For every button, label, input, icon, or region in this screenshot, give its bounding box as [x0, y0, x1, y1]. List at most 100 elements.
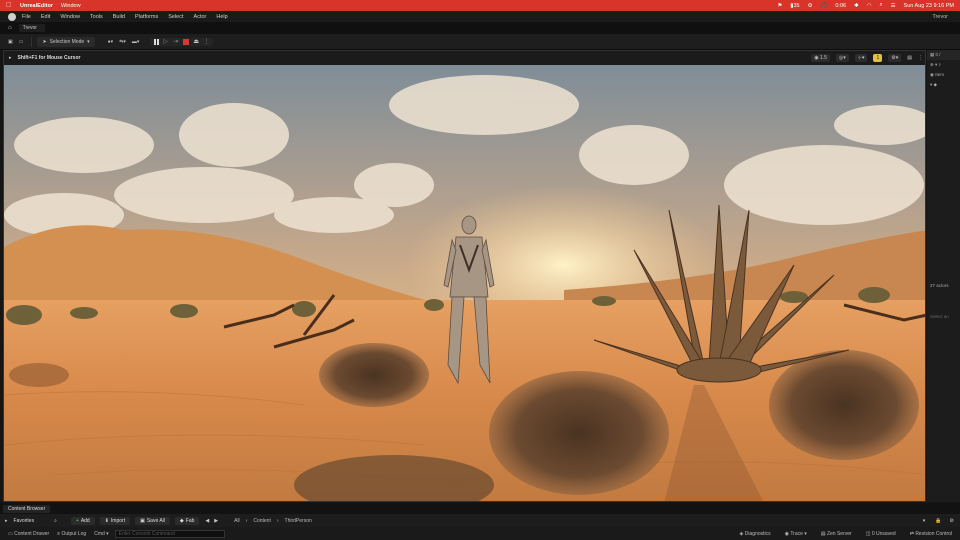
scale-chip[interactable]: ◉ 1.5: [811, 54, 830, 62]
content-browser-toolbar: ▸ Favorites ⌕ + Add ⬇ Import ▣ Save All ◆ Fa…: [0, 514, 960, 527]
menu-actor[interactable]: Actor: [194, 14, 207, 20]
tab-content-browser[interactable]: Content Browser: [3, 504, 51, 513]
control-center-icon[interactable]: ☰: [891, 3, 896, 9]
fab-label: Fab: [185, 517, 195, 524]
menu-edit[interactable]: Edit: [41, 14, 50, 20]
menu-platforms[interactable]: Platforms: [135, 14, 158, 20]
step-icon[interactable]: ⇥: [173, 39, 179, 45]
outliner-row[interactable]: ▾ ◆: [927, 80, 960, 90]
selection-mode-dropdown[interactable]: ➤ Selection Mode ▾: [37, 36, 95, 47]
divider: [31, 36, 33, 47]
content-drawer-button[interactable]: ▭ Content Drawer: [8, 531, 49, 537]
bush-center-left: [319, 343, 429, 407]
folder-icon[interactable]: ▭: [16, 37, 27, 47]
history-forward-icon[interactable]: ▶: [214, 518, 218, 524]
viewport-options-icon[interactable]: ▸: [9, 55, 12, 61]
save-all-button[interactable]: ▣ Save All: [135, 516, 170, 525]
drawer-icon: ▭: [8, 530, 13, 537]
timer-badge[interactable]: 0:06: [835, 3, 846, 9]
grid-snap-icon[interactable]: ⊹▾: [854, 54, 868, 62]
battery-icon[interactable]: ▮35: [790, 3, 799, 9]
menu-tools[interactable]: Tools: [90, 14, 103, 20]
cinematics-icon[interactable]: ▬▾: [129, 37, 143, 47]
pause-icon[interactable]: [154, 38, 160, 45]
layout-icon[interactable]: ▤: [907, 55, 912, 61]
outliner-header: ▦ 0 /: [927, 50, 960, 60]
search-icon[interactable]: ⌕: [54, 518, 57, 524]
flag-icon[interactable]: ⚑: [777, 3, 782, 9]
app-name[interactable]: UnrealEditor: [20, 3, 53, 9]
camera-speed-chip[interactable]: 1: [873, 54, 883, 62]
output-log-button[interactable]: ≡ Output Log: [57, 531, 86, 537]
level-viewport[interactable]: ▸ Shift+F1 for Mouse Cursor ◉ 1.5 ◎▾ ⊹▾ …: [3, 50, 926, 502]
show-flags-icon[interactable]: ◎▾: [835, 54, 849, 62]
fab-button[interactable]: ◆ Fab: [174, 516, 200, 525]
menu-window[interactable]: Window: [60, 14, 80, 20]
mac-menu-window[interactable]: Window: [61, 3, 81, 9]
stop-icon[interactable]: [183, 38, 190, 45]
favorites-label[interactable]: Favorites: [14, 518, 35, 524]
sidebar-toggle-icon[interactable]: ▸: [5, 518, 8, 524]
settings-icon[interactable]: ⚙: [950, 518, 954, 524]
diagnostics-button[interactable]: ◈ Diagnostics: [740, 531, 771, 537]
revision-control-label: Revision Control: [915, 530, 952, 537]
scale-value: 1.5: [819, 55, 827, 61]
cmd-dropdown[interactable]: Cmd ▾: [94, 531, 108, 537]
add-content-icon[interactable]: ●▾: [105, 37, 117, 47]
tab-level[interactable]: Trevor: [18, 24, 45, 32]
mac-status-area: ⚑ ▮35 ⚙ 🎧 0:06 ✱ ◠ ⌕ ☰ Sun Aug 23 9:16 P…: [777, 2, 960, 9]
more-icon[interactable]: ⋮: [203, 39, 209, 45]
save-icon[interactable]: ▣: [5, 37, 16, 47]
project-name: Trevor: [932, 13, 948, 20]
import-icon: ⬇: [104, 517, 109, 524]
menu-file[interactable]: File: [22, 14, 31, 20]
eject-icon[interactable]: ⏏: [193, 39, 199, 45]
breadcrumb: All › Content › ThirdPerson: [234, 518, 312, 524]
clock-text[interactable]: Sun Aug 23 9:16 PM: [904, 3, 954, 9]
headphones-icon[interactable]: 🎧: [821, 3, 828, 9]
console-input[interactable]: Enter Console Command: [114, 529, 225, 538]
content-browser-tab-bar: Content Browser: [0, 503, 960, 514]
blueprint-icon[interactable]: ⇆▾: [116, 37, 129, 47]
save-all-label: Save All: [146, 517, 165, 524]
skip-icon[interactable]: ▷: [163, 39, 169, 45]
revision-control-button[interactable]: ⇄ Revision Control: [910, 531, 952, 537]
save-icon: ▣: [140, 517, 145, 524]
breadcrumb-all[interactable]: All: [234, 518, 240, 524]
details-placeholder: Select an: [930, 314, 949, 319]
chevron-down-icon[interactable]: ▾: [923, 518, 926, 524]
fab-icon: ◆: [179, 517, 184, 524]
outliner-column-item[interactable]: ◉ Item: [927, 70, 960, 80]
status-right: ◈ Diagnostics ◉ Trace ▾ ▤ Zen Server ◫ 0…: [740, 531, 960, 537]
gear-icon[interactable]: ⚙: [808, 3, 813, 9]
outliner-column-label: Item: [935, 72, 944, 77]
apple-icon[interactable]: : [6, 2, 14, 9]
import-button[interactable]: ⬇ Import: [99, 516, 131, 525]
breadcrumb-separator: ›: [276, 517, 279, 524]
breadcrumb-separator: ›: [245, 517, 248, 524]
menu-help[interactable]: Help: [216, 14, 227, 20]
trace-button[interactable]: ◉ Trace ▾: [785, 531, 807, 537]
more-options-icon[interactable]: ⋮: [918, 55, 923, 61]
battery-level: 35: [793, 2, 800, 9]
menu-build[interactable]: Build: [113, 14, 125, 20]
zen-server-button[interactable]: ▤ Zen Server: [821, 531, 852, 537]
macos-menu-bar:  UnrealEditor Window ⚑ ▮35 ⚙ 🎧 0:06 ✱ ◠…: [0, 0, 960, 11]
settings-icon[interactable]: ⚙▾: [888, 54, 902, 62]
lock-icon[interactable]: 🔒: [935, 518, 941, 524]
history-back-icon[interactable]: ◀: [205, 518, 209, 524]
home-icon[interactable]: ⌂: [8, 25, 12, 31]
breadcrumb-content[interactable]: Content: [253, 518, 271, 524]
add-button[interactable]: + Add: [70, 516, 95, 525]
search-icon[interactable]: ⌕: [880, 2, 883, 9]
outliner-toolbar[interactable]: ⊕ ▾ ⌕: [927, 60, 960, 70]
unreal-logo-icon: [8, 12, 16, 21]
viewport-toolbar: ▸ Shift+F1 for Mouse Cursor ◉ 1.5 ◎▾ ⊹▾ …: [4, 51, 925, 65]
wifi-icon[interactable]: ◠: [867, 3, 872, 9]
cmd-label: Cmd: [94, 530, 105, 537]
bluetooth-icon[interactable]: ✱: [854, 3, 859, 9]
zen-server-label: Zen Server: [826, 530, 852, 537]
menu-select[interactable]: Select: [168, 14, 183, 20]
breadcrumb-thirdperson[interactable]: ThirdPerson: [285, 518, 312, 524]
unsaved-button[interactable]: ◫ 0 Unsaved: [866, 531, 896, 537]
